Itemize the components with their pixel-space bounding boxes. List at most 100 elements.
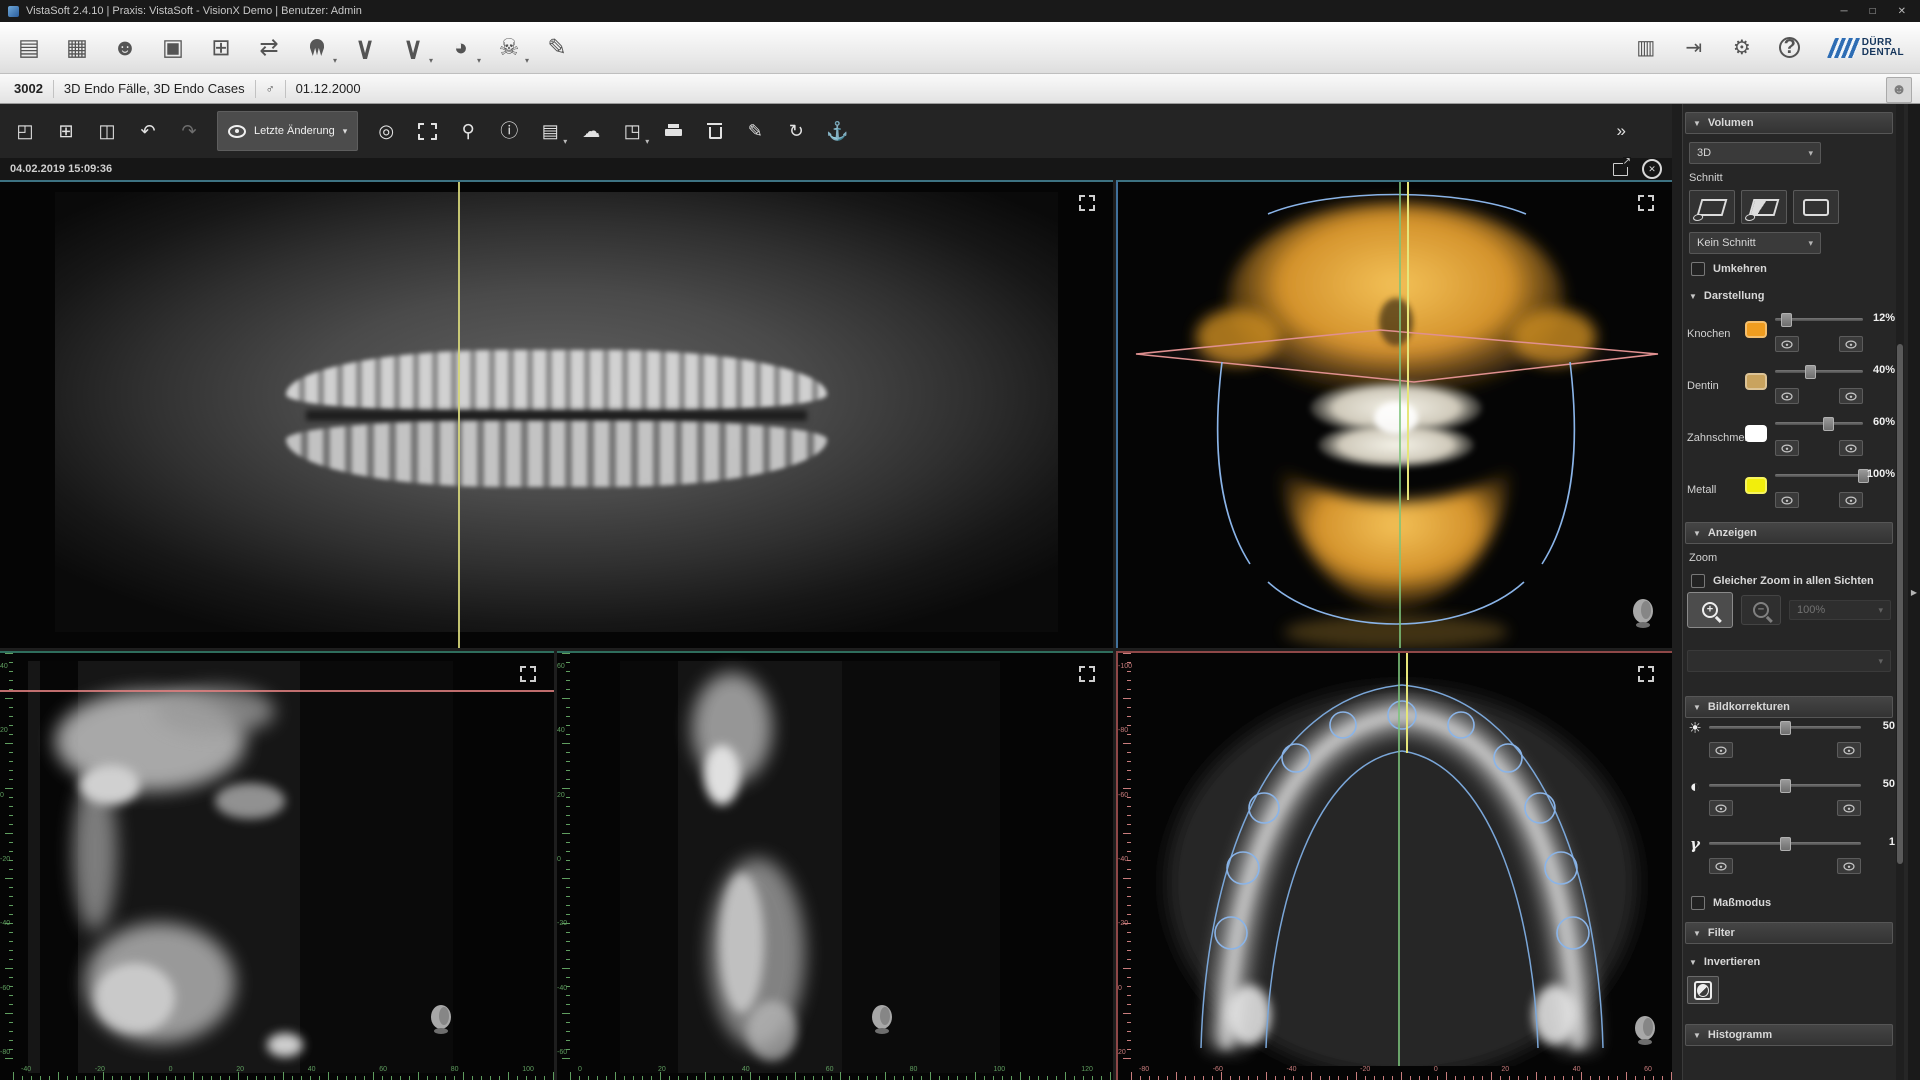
head-profile-icon[interactable]: ◕ ▾	[438, 26, 484, 70]
eye-mini-button[interactable]	[1775, 336, 1799, 352]
help-icon[interactable]: ?	[1767, 26, 1813, 70]
slider-thumb[interactable]	[1780, 837, 1791, 851]
layout-view-icon[interactable]: ◫	[88, 112, 126, 150]
eye-mini-button[interactable]	[1775, 492, 1799, 508]
view-search-icon[interactable]: ◎	[367, 112, 405, 150]
tissue-color-swatch[interactable]	[1745, 477, 1767, 494]
grid-view-icon[interactable]: ⊞	[47, 112, 85, 150]
skull-jaw-icon[interactable]: ☠ ▾	[486, 26, 532, 70]
edit-image-icon[interactable]: ✎	[736, 112, 774, 150]
tissue-color-swatch[interactable]	[1745, 321, 1767, 338]
panorama-view[interactable]	[0, 180, 1113, 648]
eye-mini-button[interactable]	[1837, 858, 1861, 874]
maximize-button[interactable]: □	[1870, 6, 1876, 17]
report-icon[interactable]: ▤ ▾	[531, 112, 569, 150]
pen-icon[interactable]: ✎	[534, 26, 580, 70]
new-record-icon[interactable]: ⊞	[198, 26, 244, 70]
sidebar-scrollbar[interactable]	[1896, 104, 1904, 1080]
undo-icon[interactable]: ↶	[129, 112, 167, 150]
print-icon[interactable]	[654, 112, 692, 150]
cross-section-view[interactable]: 6040200-20-40-60 020406080100120	[557, 651, 1113, 1080]
opacity-slider[interactable]	[1775, 422, 1863, 425]
eye-mini-button[interactable]	[1709, 800, 1733, 816]
vistabox-icon[interactable]: ▥	[1623, 26, 1669, 70]
slider-thumb[interactable]	[1780, 779, 1791, 793]
slider-thumb[interactable]	[1781, 313, 1792, 327]
cross-section-image[interactable]	[557, 653, 1113, 1080]
import-export-icon[interactable]: ⇄	[246, 26, 292, 70]
last-change-dropdown[interactable]: Letzte Änderung ▾	[217, 111, 358, 151]
opacity-slider[interactable]	[1775, 370, 1863, 373]
fullscreen-icon[interactable]	[1638, 666, 1654, 682]
slider-thumb[interactable]	[1780, 721, 1791, 735]
patient-avatar[interactable]: ☻	[1886, 77, 1912, 103]
correction-slider[interactable]	[1709, 726, 1861, 729]
head-orientation-icon[interactable]	[1630, 598, 1656, 628]
capture-icon[interactable]: ◰	[6, 112, 44, 150]
image-library-icon[interactable]: ▦	[54, 26, 100, 70]
section-filter[interactable]: ▼ Filter	[1685, 922, 1893, 944]
delete-icon[interactable]	[695, 112, 733, 150]
toolbar-expand-button[interactable]: »	[1611, 120, 1632, 142]
sagittal-view[interactable]: 40200-20-40-60-80 -40-20020406080100	[0, 651, 554, 1080]
slice-position-line[interactable]	[458, 182, 460, 648]
section-volumen[interactable]: ▼ Volumen	[1685, 112, 1893, 134]
correction-slider[interactable]	[1709, 842, 1861, 845]
slider-thumb[interactable]	[1805, 365, 1816, 379]
volume-mode-select[interactable]: 3D ▾	[1689, 142, 1821, 164]
sagittal-image[interactable]	[0, 653, 554, 1080]
fullscreen-icon[interactable]	[1079, 195, 1095, 211]
patient-icon[interactable]: ☻	[102, 26, 148, 70]
eye-mini-button[interactable]	[1839, 336, 1863, 352]
logout-icon[interactable]: ⇥	[1671, 26, 1717, 70]
section-darstellung[interactable]: ▼ Darstellung	[1689, 290, 1764, 302]
section-bildkorrekturen[interactable]: ▼ Bildkorrekturen	[1685, 696, 1893, 718]
eye-mini-button[interactable]	[1837, 742, 1861, 758]
head-orientation-icon[interactable]	[1632, 1015, 1658, 1045]
axial-plane-line[interactable]	[0, 690, 554, 692]
patient-records-icon[interactable]: ▤	[6, 26, 52, 70]
opacity-slider[interactable]	[1775, 318, 1863, 321]
eye-mini-button[interactable]	[1775, 388, 1799, 404]
invert-image-button[interactable]	[1687, 976, 1719, 1004]
open-external-icon[interactable]: ↗	[1613, 163, 1628, 176]
fullscreen-icon[interactable]	[1638, 195, 1654, 211]
eye-mini-button[interactable]	[1837, 800, 1861, 816]
eye-mini-button[interactable]	[1709, 742, 1733, 758]
correction-slider[interactable]	[1709, 784, 1861, 787]
head-orientation-icon[interactable]	[428, 1004, 454, 1034]
same-zoom-checkbox[interactable]	[1691, 574, 1705, 588]
tag-pin-icon[interactable]: ⚲	[449, 112, 487, 150]
jaw-arch-alt-icon[interactable]: ∨ ▾	[390, 26, 436, 70]
eye-mini-button[interactable]	[1839, 388, 1863, 404]
cloud-import-icon[interactable]: ☁	[572, 112, 610, 150]
eye-mini-button[interactable]	[1775, 440, 1799, 456]
volume-render[interactable]	[1118, 182, 1672, 648]
volume-3d-view[interactable]	[1116, 180, 1672, 648]
fullscreen-icon[interactable]	[1079, 666, 1095, 682]
eye-mini-button[interactable]	[1839, 492, 1863, 508]
scrollbar-thumb[interactable]	[1897, 344, 1903, 864]
umkehren-checkbox[interactable]	[1691, 262, 1705, 276]
section-invertieren[interactable]: ▼ Invertieren	[1689, 956, 1760, 968]
eye-mini-button[interactable]	[1709, 858, 1733, 874]
axial-image[interactable]	[1131, 653, 1671, 1066]
slice-box-button[interactable]	[1793, 190, 1839, 224]
slice-halfplane-eye-button[interactable]	[1741, 190, 1787, 224]
rotate-view-icon[interactable]: ↻	[777, 112, 815, 150]
close-button[interactable]: ✕	[1898, 6, 1906, 17]
minimize-button[interactable]: ─	[1840, 6, 1847, 17]
info-icon[interactable]: ⓘ	[490, 112, 528, 150]
close-series-icon[interactable]: ✕	[1642, 159, 1662, 179]
pin-view-icon[interactable]: ⚓	[818, 112, 856, 150]
tissue-color-swatch[interactable]	[1745, 373, 1767, 390]
tissue-color-swatch[interactable]	[1745, 425, 1767, 442]
patient-card-icon[interactable]: ▣	[150, 26, 196, 70]
opacity-slider[interactable]	[1775, 474, 1863, 477]
section-anzeigen[interactable]: ▼ Anzeigen	[1685, 522, 1893, 544]
panel-expand-arrow[interactable]: ▶	[1911, 588, 1917, 597]
zoom-in-button[interactable]	[1687, 592, 1733, 628]
panorama-image[interactable]	[55, 192, 1058, 632]
jaw-arch-icon[interactable]: ∨	[342, 26, 388, 70]
zoom-out-button[interactable]	[1741, 595, 1781, 625]
